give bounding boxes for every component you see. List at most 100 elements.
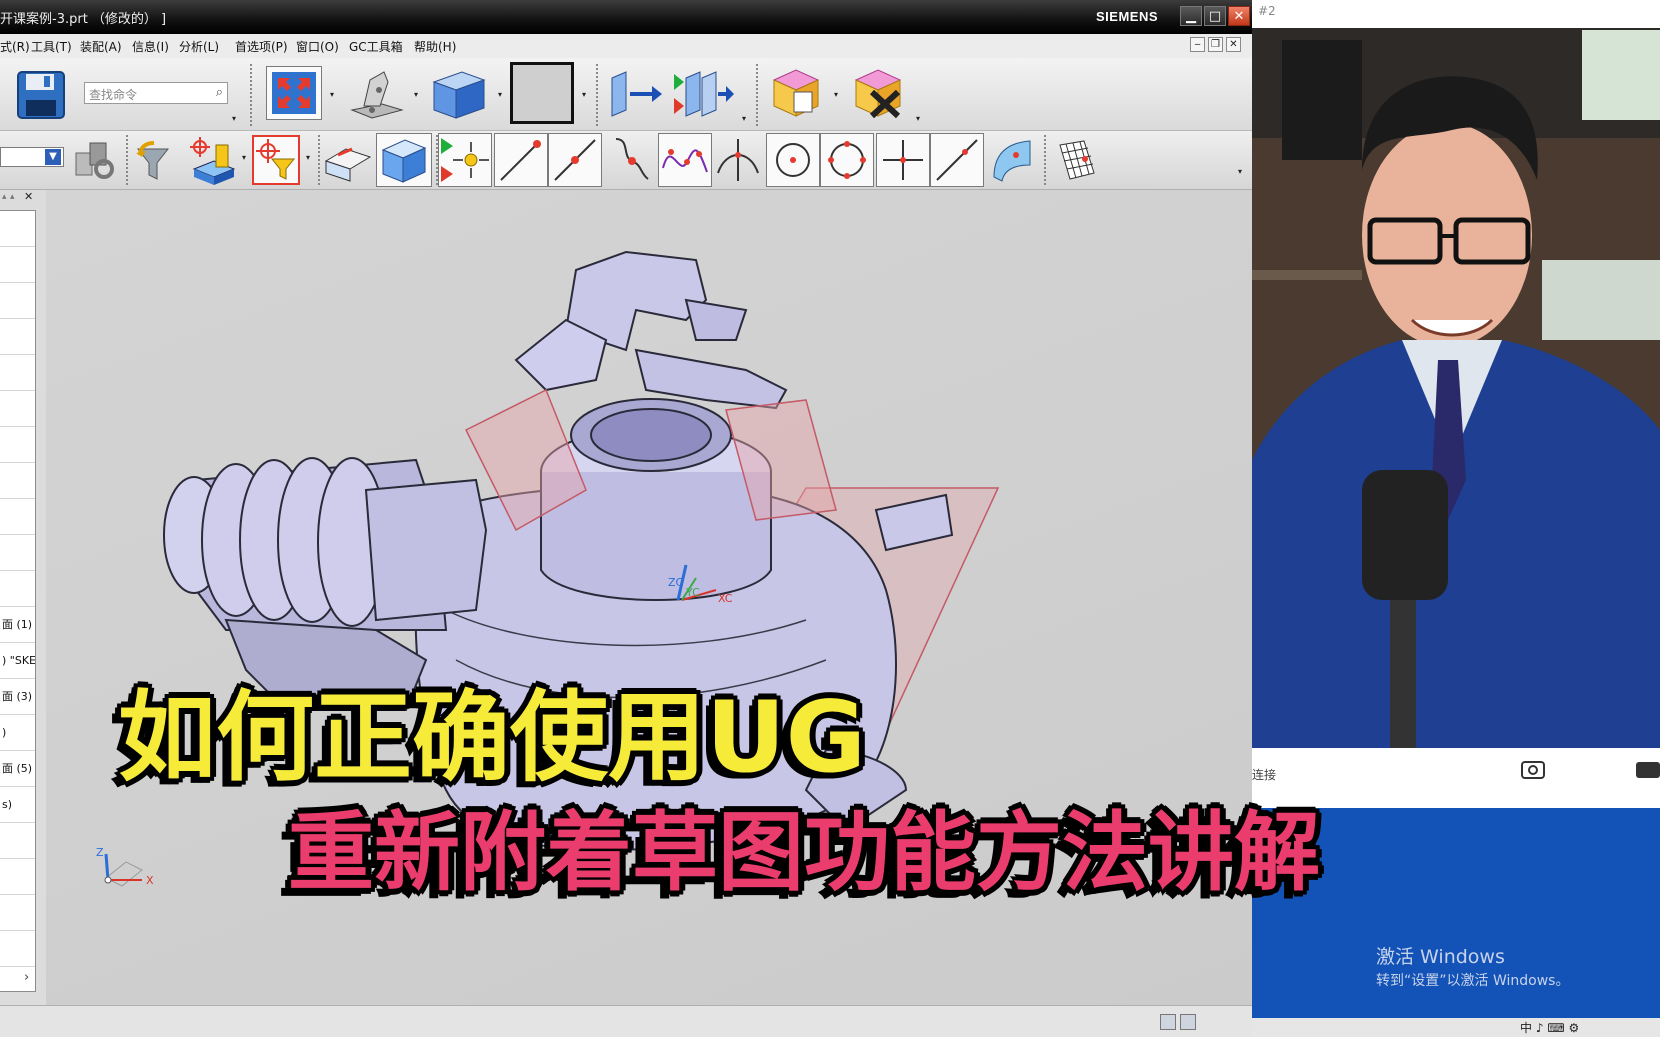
camera-icon[interactable]	[1522, 760, 1546, 780]
menu-info[interactable]: 信息(I)	[132, 38, 169, 55]
chevron-down-icon[interactable]: ▾	[242, 153, 246, 162]
bracket-part-icon[interactable]	[346, 66, 408, 122]
status-bar	[0, 1005, 1252, 1037]
nav-close-button[interactable]: ✕	[24, 190, 33, 203]
chevron-down-icon[interactable]: ▾	[742, 114, 746, 123]
snap-point-filter-icon[interactable]	[186, 135, 238, 187]
chevron-down-icon[interactable]: ▾	[414, 90, 418, 99]
chevron-down-icon[interactable]: ▾	[582, 90, 586, 99]
save-icon[interactable]	[14, 68, 68, 122]
menu-analysis[interactable]: 分析(L)	[179, 38, 219, 55]
nav-tree-row[interactable]: 面 (1)	[0, 607, 35, 643]
nav-tree-row[interactable]: 面 (3)	[0, 679, 35, 715]
snap-control-point-icon[interactable]	[604, 133, 658, 187]
grid-icon[interactable]	[1052, 135, 1100, 185]
select-face-icon[interactable]	[322, 135, 374, 185]
snap-endpoint-icon[interactable]	[494, 133, 548, 187]
snap-arc-center-icon[interactable]	[766, 133, 820, 187]
nav-tree-row[interactable]: ) "SKET	[0, 643, 35, 679]
wave-link-icon[interactable]	[766, 62, 828, 124]
close-button[interactable]: ✕	[1228, 6, 1250, 26]
snap-point-on-curve-icon[interactable]	[876, 133, 930, 187]
selection-filter-icon[interactable]	[132, 135, 182, 185]
nav-tree-row[interactable]	[0, 319, 35, 355]
replace-face-icon[interactable]	[670, 66, 736, 122]
menu-preferences[interactable]: 首选项(P)	[235, 38, 288, 55]
nav-tree-row[interactable]	[0, 499, 35, 535]
mdi-restore-button[interactable]: ❐	[1208, 37, 1223, 52]
delete-body-icon[interactable]	[848, 62, 910, 124]
nav-tree-row[interactable]	[0, 355, 35, 391]
nav-tree-row[interactable]	[0, 571, 35, 607]
type-filter-dropdown[interactable]: ▼	[0, 147, 64, 167]
menu-window[interactable]: 窗口(O)	[296, 38, 339, 55]
nav-tree-row[interactable]	[0, 247, 35, 283]
nav-tree-row[interactable]	[0, 967, 35, 991]
select-body-icon[interactable]	[376, 133, 432, 187]
nav-tree-row[interactable]	[0, 895, 35, 931]
ime-indicator[interactable]: 中	[1520, 1021, 1532, 1035]
sound-icon[interactable]: ♪	[1536, 1021, 1544, 1035]
chevron-down-icon[interactable]: ▾	[306, 153, 310, 162]
snap-quadrant-icon[interactable]	[820, 133, 874, 187]
mdi-minimize-button[interactable]: ‒	[1190, 37, 1205, 52]
search-icon[interactable]: ⌕	[216, 85, 223, 100]
snap-point-on-surface-icon[interactable]	[986, 133, 1040, 187]
chevron-down-icon[interactable]: ▾	[834, 90, 838, 99]
nav-scroll-right-button[interactable]: ›	[24, 970, 29, 985]
chevron-down-icon[interactable]: ▾	[498, 90, 502, 99]
status-icon-1[interactable]	[1160, 1014, 1176, 1030]
snap-filter-active-icon[interactable]	[252, 135, 300, 185]
nav-tree-row[interactable]	[0, 859, 35, 895]
toolbar-separator	[756, 64, 758, 126]
maximize-button[interactable]: □	[1204, 6, 1226, 26]
command-finder-input[interactable]: 查找命令 ⌕	[84, 82, 228, 104]
nav-pin-button[interactable]: ▴	[2, 192, 7, 202]
toolbar-separator	[318, 135, 320, 185]
menu-format[interactable]: 式(R)	[0, 38, 30, 55]
snap-point-on-line-icon[interactable]	[930, 133, 984, 187]
activate-windows-subtitle: 转到“设置”以激活 Windows。	[1376, 973, 1570, 989]
menu-help[interactable]: 帮助(H)	[414, 38, 456, 55]
shaded-cube-icon[interactable]	[428, 66, 490, 122]
triad-z-label: Z	[96, 846, 104, 859]
video-icon[interactable]	[1636, 760, 1660, 780]
mdi-close-button[interactable]: ✕	[1226, 37, 1241, 52]
snap-midpoint-icon[interactable]	[548, 133, 602, 187]
nav-tree-row[interactable]	[0, 823, 35, 859]
nav-tree-row[interactable]	[0, 211, 35, 247]
nav-tree-row[interactable]	[0, 463, 35, 499]
chevron-down-icon[interactable]: ▾	[916, 114, 920, 123]
status-icon-2[interactable]	[1180, 1014, 1196, 1030]
nav-tree-row[interactable]	[0, 391, 35, 427]
toolbar-separator	[596, 64, 598, 126]
keyboard-icon[interactable]: ⌨	[1547, 1021, 1564, 1035]
assembly-chain-icon[interactable]	[70, 135, 120, 185]
snap-intersection-curve-icon[interactable]	[658, 133, 712, 187]
nav-tree-row[interactable]: 面 (5)	[0, 751, 35, 787]
chevron-down-icon[interactable]: ▾	[232, 114, 236, 123]
fit-view-icon[interactable]	[266, 66, 322, 120]
chevron-down-icon: ▼	[45, 149, 61, 165]
toolbar-separator	[250, 64, 252, 126]
snap-intersection-icon[interactable]	[712, 133, 766, 187]
nav-tree-row[interactable]	[0, 283, 35, 319]
menu-assembly[interactable]: 装配(A)	[80, 38, 122, 55]
wcs-yc-label: YC	[685, 586, 700, 599]
settings-icon[interactable]: ⚙	[1569, 1021, 1580, 1035]
snap-existing-point-icon[interactable]	[438, 133, 492, 187]
background-color-icon[interactable]	[510, 62, 574, 124]
nav-tree-row[interactable]: s)	[0, 787, 35, 823]
menu-gc-toolkit[interactable]: GC工具箱	[349, 38, 403, 55]
nav-tree-row[interactable]: )	[0, 715, 35, 751]
toolbar-separator	[1044, 135, 1046, 185]
chevron-down-icon[interactable]: ▾	[330, 90, 334, 99]
chevron-down-icon[interactable]: ▾	[1238, 167, 1242, 176]
nav-tree-row[interactable]	[0, 427, 35, 463]
nav-collapse-button[interactable]: ▴	[10, 192, 15, 202]
menu-tools[interactable]: 工具(T)	[31, 38, 72, 55]
move-face-icon[interactable]	[606, 66, 666, 122]
nav-tree-row[interactable]	[0, 931, 35, 967]
minimize-button[interactable]: ▁	[1180, 6, 1202, 26]
nav-tree-row[interactable]	[0, 535, 35, 571]
